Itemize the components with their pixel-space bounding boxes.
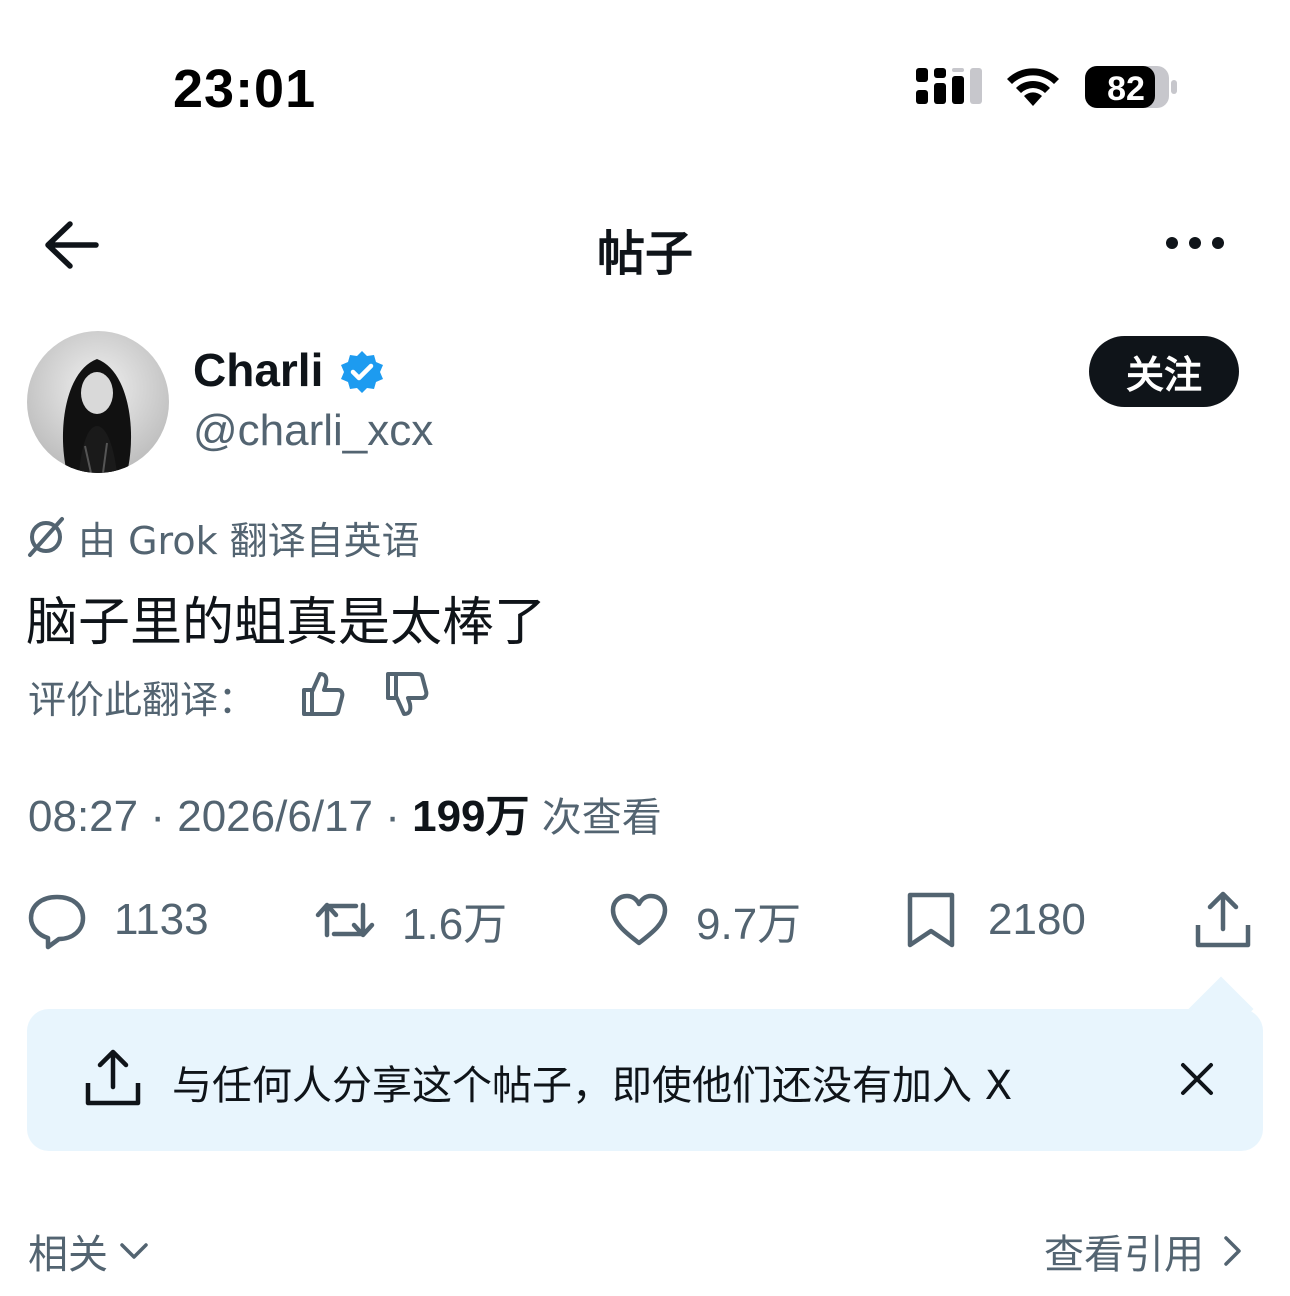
- views-label: 次查看: [541, 795, 662, 841]
- post-actions: 1133 1.6万 9.7万 2180: [0, 885, 1290, 955]
- like-button[interactable]: 9.7万: [608, 885, 801, 955]
- repost-count: 1.6万: [402, 900, 508, 949]
- related-dropdown[interactable]: 相关: [28, 1222, 152, 1280]
- translation-note-text: 由 Grok 翻译自英语: [78, 518, 420, 563]
- status-bar: 23:01 82: [0, 0, 1290, 170]
- verified-badge-icon: [341, 351, 383, 393]
- thumbs-up-icon[interactable]: [298, 668, 346, 720]
- avatar[interactable]: [27, 331, 169, 473]
- views-count[interactable]: 199万: [412, 792, 529, 841]
- view-quotes-link[interactable]: 查看引用: [1044, 1222, 1250, 1280]
- share-icon: [85, 1049, 141, 1106]
- share-button[interactable]: [1192, 885, 1254, 955]
- view-quotes-label: 查看引用: [1044, 1232, 1204, 1278]
- follow-button[interactable]: 关注: [1089, 336, 1239, 407]
- wifi-icon: [1007, 68, 1059, 106]
- post-date: 2026/6/17: [177, 792, 373, 841]
- reply-icon: [28, 894, 86, 950]
- nav-header: 帖子: [0, 200, 1290, 290]
- repost-button[interactable]: 1.6万: [314, 885, 507, 955]
- post-time: 08:27: [28, 792, 139, 841]
- post-meta: 08:27 · 2026/6/17 · 199万 次查看: [28, 780, 662, 844]
- status-time: 23:01: [173, 59, 317, 119]
- related-label: 相关: [28, 1232, 108, 1278]
- grok-icon: [28, 517, 64, 557]
- bookmark-button[interactable]: 2180: [900, 885, 1086, 955]
- reply-button[interactable]: 1133: [26, 885, 209, 955]
- author-name[interactable]: Charli: [193, 343, 323, 397]
- share-tip: 与任何人分享这个帖子，即使他们还没有加入 X: [27, 1009, 1263, 1151]
- repost-icon: [315, 902, 375, 938]
- like-count: 9.7万: [696, 900, 802, 949]
- translation-note: 由 Grok 翻译自英语: [24, 512, 420, 563]
- page-title: 帖子: [596, 226, 693, 282]
- chevron-right-icon: [1224, 1236, 1241, 1266]
- meta-separator: ·: [150, 792, 165, 841]
- rate-translation-label: 评价此翻译：: [28, 677, 257, 722]
- share-icon: [1195, 891, 1251, 948]
- author-handle[interactable]: @charli_xcx: [193, 406, 433, 456]
- heart-icon: [610, 893, 668, 946]
- post-text: 脑子里的蛆真是太棒了: [26, 593, 547, 653]
- battery-level: 82: [1107, 70, 1145, 108]
- cellular-signal-icon: [916, 68, 982, 104]
- bookmark-icon: [907, 892, 955, 948]
- chevron-down-icon: [120, 1243, 148, 1259]
- battery-icon: 82: [1085, 66, 1177, 108]
- share-tip-text: 与任何人分享这个帖子，即使他们还没有加入 X: [172, 1063, 1013, 1109]
- thumbs-down-icon[interactable]: [382, 668, 430, 720]
- more-options-icon[interactable]: [1160, 220, 1230, 266]
- close-icon[interactable]: [1175, 1057, 1219, 1101]
- meta-separator: ·: [385, 792, 400, 841]
- reply-count: 1133: [114, 895, 209, 944]
- bookmark-count: 2180: [988, 895, 1086, 944]
